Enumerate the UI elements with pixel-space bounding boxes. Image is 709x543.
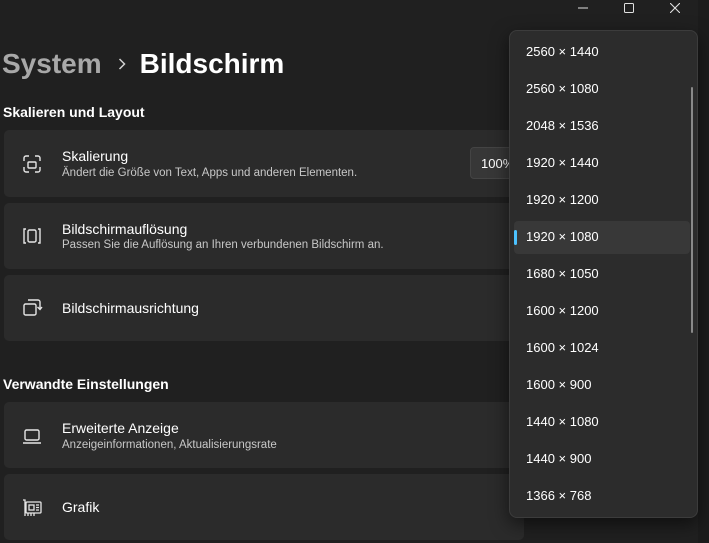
dropdown-option[interactable]: 2560 × 1440 [514, 36, 690, 69]
section-title-related-settings: Verwandte Einstellungen [3, 376, 169, 392]
setting-card-scaling[interactable]: Skalierung Ändert die Größe von Text, Ap… [4, 130, 530, 197]
dropdown-option-label: 1600 × 900 [526, 377, 592, 392]
card-description: Ändert die Größe von Text, Apps und ande… [62, 167, 358, 179]
card-title: Skalierung [62, 148, 129, 164]
dropdown-option-label: 1600 × 1200 [526, 303, 599, 318]
dropdown-option-label: 1440 × 900 [526, 451, 592, 466]
dropdown-option[interactable]: 1440 × 1080 [514, 406, 690, 439]
dropdown-option-label: 2560 × 1440 [526, 44, 599, 59]
resolution-icon [21, 225, 43, 247]
dropdown-option-label: 1600 × 1024 [526, 340, 599, 355]
orientation-icon [21, 297, 43, 319]
dropdown-scrollbar[interactable] [691, 87, 693, 333]
setting-card-graphics[interactable]: Grafik [4, 474, 524, 540]
graphics-card-icon [21, 497, 43, 519]
dropdown-option[interactable]: 1366 × 768 [514, 480, 690, 513]
page-title: Bildschirm [139, 48, 285, 79]
dropdown-option[interactable]: 2048 × 1536 [514, 110, 690, 143]
close-icon [670, 3, 680, 13]
section-title-scale-layout: Skalieren und Layout [3, 104, 145, 120]
dropdown-option-label: 1680 × 1050 [526, 266, 599, 281]
dropdown-option[interactable]: 1600 × 900 [514, 369, 690, 402]
dropdown-option[interactable]: 1600 × 1200 [514, 295, 690, 328]
dropdown-option[interactable]: 1600 × 1024 [514, 332, 690, 365]
card-description: Passen Sie die Auflösung an Ihren verbun… [62, 239, 384, 251]
setting-card-orientation[interactable]: Bildschirmausrichtung [4, 275, 524, 341]
close-button[interactable] [652, 0, 698, 16]
dropdown-option-label: 2560 × 1080 [526, 81, 599, 96]
card-title: Erweiterte Anzeige [62, 420, 179, 436]
chevron-right-icon [118, 58, 126, 70]
minimize-button[interactable] [560, 0, 606, 16]
minimize-icon [578, 3, 588, 13]
dropdown-option-label: 1366 × 768 [526, 488, 592, 503]
dropdown-option[interactable]: 1680 × 1050 [514, 258, 690, 291]
selection-indicator [514, 230, 517, 245]
resolution-dropdown-list[interactable]: 2560 × 1440 2560 × 1080 2048 × 1536 1920 × … [509, 30, 698, 518]
card-title: Grafik [62, 499, 100, 515]
title-bar [0, 0, 709, 16]
dropdown-option[interactable]: 1920 × 1200 [514, 184, 690, 217]
dropdown-option[interactable]: 1440 × 900 [514, 443, 690, 476]
maximize-icon [624, 3, 634, 13]
card-title: Bildschirmausrichtung [62, 300, 199, 316]
setting-card-advanced-display[interactable]: Erweiterte Anzeige Anzeigeinformationen,… [4, 402, 524, 468]
card-description: Anzeigeinformationen, Aktualisierungsrat… [62, 439, 277, 451]
breadcrumb: System Bildschirm [2, 44, 284, 84]
dropdown-option[interactable]: 1920 × 1440 [514, 147, 690, 180]
dropdown-option-label: 1440 × 1080 [526, 414, 599, 429]
window-edge [698, 0, 709, 543]
laptop-icon [21, 425, 43, 447]
scale-icon [21, 153, 43, 175]
dropdown-option[interactable]: 2560 × 1080 [514, 73, 690, 106]
dropdown-option[interactable]: 1920 × 1080 [514, 221, 690, 254]
setting-card-resolution[interactable]: Bildschirmauflösung Passen Sie die Auflö… [4, 203, 524, 269]
card-title: Bildschirmauflösung [62, 221, 188, 237]
dropdown-option-label: 1920 × 1200 [526, 192, 599, 207]
dropdown-option-label: 2048 × 1536 [526, 118, 599, 133]
breadcrumb-system-link[interactable]: System [2, 48, 102, 80]
dropdown-option-label: 1920 × 1440 [526, 155, 599, 170]
dropdown-option-label: 1920 × 1080 [526, 229, 599, 244]
maximize-button[interactable] [606, 0, 652, 16]
